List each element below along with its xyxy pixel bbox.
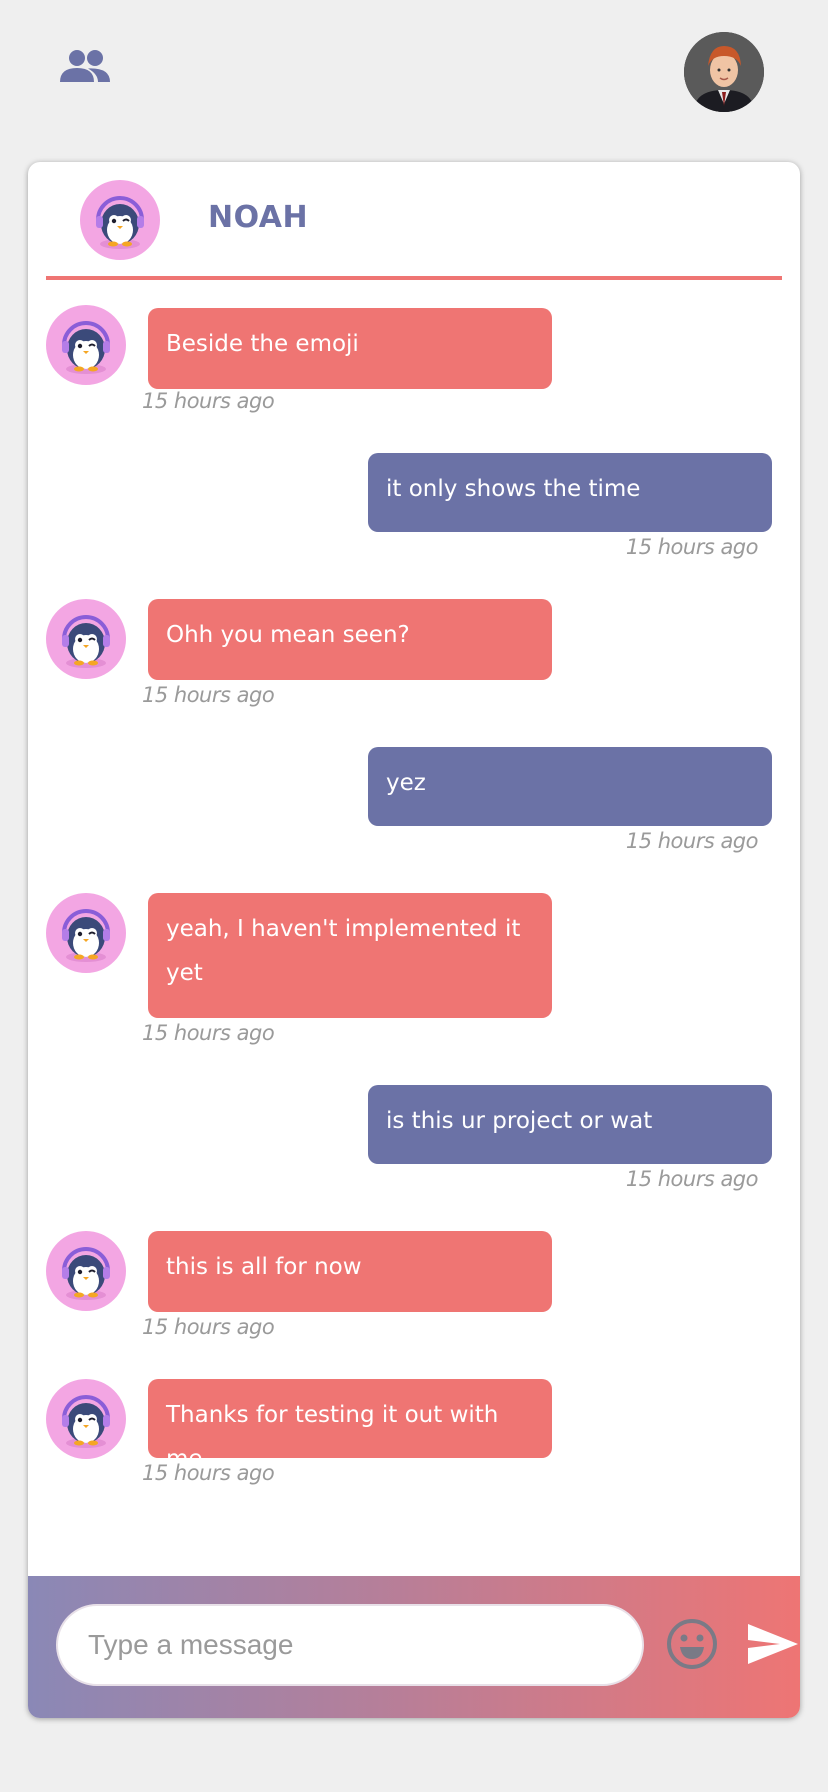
penguin-avatar bbox=[46, 1231, 126, 1311]
message-bubble[interactable]: yez bbox=[368, 747, 772, 826]
message-timestamp: 15 hours ago bbox=[625, 535, 759, 559]
user-avatar[interactable] bbox=[684, 32, 764, 112]
send-icon[interactable] bbox=[746, 1622, 800, 1666]
message-timestamp: 15 hours ago bbox=[142, 1461, 275, 1485]
message-bubble[interactable]: Thanks for testing it out with me bbox=[148, 1379, 552, 1472]
message-bubble[interactable]: yeah, I haven't implemented it yet bbox=[148, 893, 552, 1018]
message-bubble[interactable]: is this ur project or wat bbox=[368, 1085, 772, 1164]
message-timestamp: 15 hours ago bbox=[142, 1021, 275, 1045]
message-timestamp: 15 hours ago bbox=[142, 683, 275, 707]
message-input[interactable] bbox=[56, 1604, 644, 1686]
penguin-avatar bbox=[46, 305, 126, 385]
penguin-avatar bbox=[46, 599, 126, 679]
message-timestamp: 15 hours ago bbox=[142, 389, 275, 413]
message-bubble[interactable]: Ohh you mean seen? bbox=[148, 599, 552, 680]
message-bubble[interactable]: this is all for now bbox=[148, 1231, 552, 1312]
message-timestamp: 15 hours ago bbox=[625, 1167, 759, 1191]
message-timestamp: 15 hours ago bbox=[625, 829, 759, 853]
people-icon[interactable] bbox=[58, 48, 112, 88]
smiley-icon[interactable] bbox=[664, 1616, 720, 1672]
penguin-avatar bbox=[46, 1379, 126, 1459]
penguin-avatar bbox=[46, 893, 126, 973]
top-bar bbox=[0, 0, 828, 150]
message-bubble[interactable]: Beside the emoji bbox=[148, 308, 552, 389]
message-timestamp: 15 hours ago bbox=[142, 1315, 275, 1339]
message-bubble[interactable]: it only shows the time bbox=[368, 453, 772, 532]
message-composer bbox=[28, 1576, 800, 1718]
message-list[interactable]: Beside the emoji 15 hours ago it only sh… bbox=[28, 162, 800, 1562]
chat-card: NOAH Beside the emoji 15 hours ago it on… bbox=[28, 162, 800, 1718]
